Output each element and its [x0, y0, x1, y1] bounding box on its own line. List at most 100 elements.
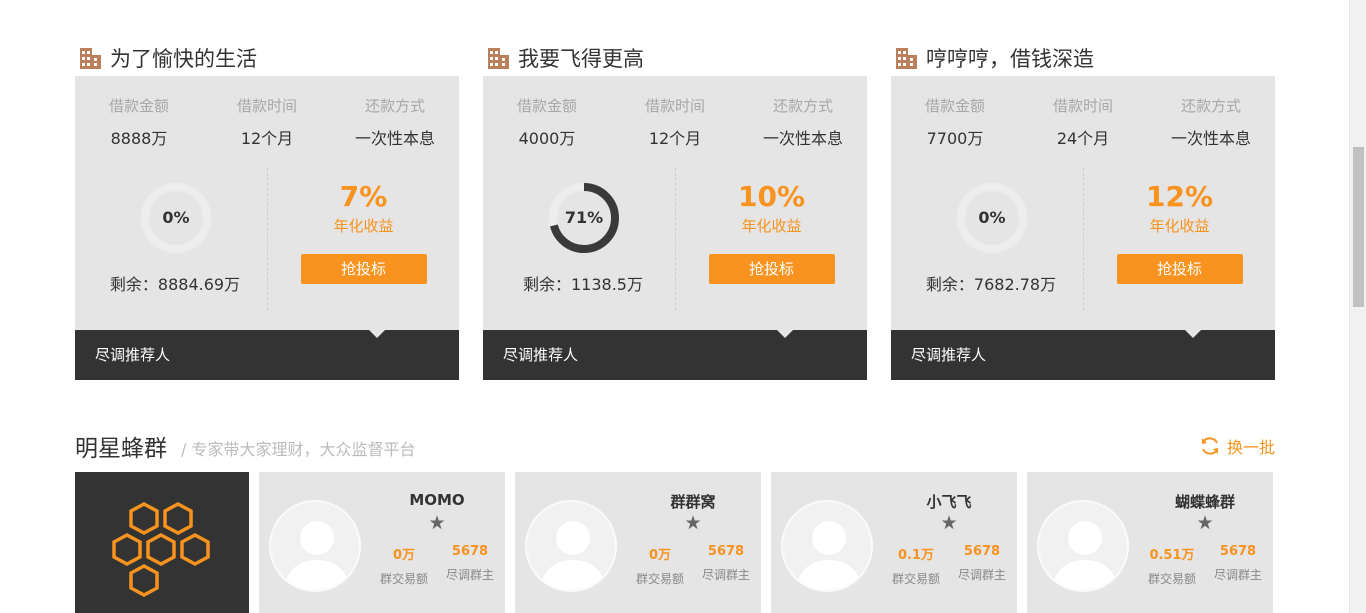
loan-info-row: 借款金额 4000万 借款时间 12个月 还款方式 一次性本息	[483, 76, 867, 149]
scrollbar-thumb[interactable]	[1353, 147, 1364, 307]
progress-percent: 0%	[162, 208, 190, 227]
avatar	[1037, 500, 1129, 592]
product-title-row: 我要飞得更高	[483, 40, 867, 76]
repay-cell: 还款方式 一次性本息	[331, 95, 459, 149]
swarm-name[interactable]: 蝴蝶蜂群	[1139, 491, 1271, 512]
user-silhouette-icon	[283, 521, 351, 590]
amount-cell: 借款金额 8888万	[75, 95, 203, 149]
owner-label: 尽调群主	[445, 568, 494, 582]
rate-area: 10% 年化收益 抢投标	[675, 168, 867, 310]
term-label: 借款时间	[644, 97, 705, 115]
amount-value: 7700万	[926, 129, 984, 148]
avatar	[525, 500, 617, 592]
bid-button[interactable]: 抢投标	[708, 254, 835, 284]
amount-label: 借款金额	[924, 97, 985, 115]
amount-label: 借款金额	[108, 97, 169, 115]
product-title[interactable]: 我要飞得更高	[518, 43, 644, 73]
bid-button[interactable]: 抢投标	[300, 254, 427, 284]
swarm-stats: 0.1万 群交易额 5678 尽调群主	[883, 544, 1015, 587]
owner-value: 5678	[963, 544, 1001, 559]
owner-label: 尽调群主	[701, 568, 750, 582]
loan-info-row: 借款金额 7700万 借款时间 24个月 还款方式 一次性本息	[891, 76, 1275, 149]
recommender-bar[interactable]: 尽调推荐人	[891, 330, 1275, 380]
progress-area: 0% 剩余：7682.78万 12% 年化收益 抢投标	[891, 168, 1275, 310]
repay-cell: 还款方式 一次性本息	[1147, 95, 1275, 149]
user-silhouette-icon	[1051, 521, 1119, 590]
page: 为了愉快的生活 借款金额 8888万 借款时间 12个月 还款方式 一次性本息	[0, 0, 1366, 613]
building-icon	[80, 47, 101, 69]
annual-rate: 7%	[339, 180, 388, 213]
swarm-stats: 0万 群交易额 5678 尽调群主	[371, 544, 503, 587]
swarm-logo-tile	[75, 472, 249, 613]
product-card: 借款金额 4000万 借款时间 12个月 还款方式 一次性本息 71% 剩余：1…	[483, 76, 867, 380]
annual-rate-label: 年化收益	[1149, 217, 1210, 235]
owner-stat: 5678 尽调群主	[1205, 544, 1271, 587]
swarm-stats: 0万 群交易额 5678 尽调群主	[627, 544, 759, 587]
remaining-amount: 剩余：1138.5万	[523, 275, 643, 294]
owner-stat: 5678 尽调群主	[949, 544, 1015, 587]
amount-cell: 借款金额 4000万	[483, 95, 611, 149]
product-title-row: 哼哼哼，借钱深造	[891, 40, 1275, 76]
refresh-icon	[1201, 437, 1218, 455]
progress-area: 71% 剩余：1138.5万 10% 年化收益 抢投标	[483, 168, 867, 310]
product-title[interactable]: 为了愉快的生活	[110, 43, 257, 73]
annual-rate-label: 年化收益	[741, 217, 802, 235]
repay-label: 还款方式	[772, 97, 833, 115]
amount-cell: 借款金额 7700万	[891, 95, 1019, 149]
owner-label: 尽调群主	[1213, 568, 1262, 582]
term-label: 借款时间	[236, 97, 297, 115]
refresh-batch-button[interactable]: 换一批	[1199, 434, 1275, 458]
swarm-card[interactable]: MOMO ★ 0万 群交易额 5678 尽调群主	[259, 472, 505, 613]
user-silhouette-icon	[795, 521, 863, 590]
remaining-amount: 剩余：7682.78万	[925, 275, 1057, 294]
avatar	[269, 500, 361, 592]
star-icon: ★	[428, 512, 446, 534]
volume-stat: 0万 群交易额	[627, 544, 693, 587]
swarm-card[interactable]: 群群窝 ★ 0万 群交易额 5678 尽调群主	[515, 472, 761, 613]
owner-stat: 5678 尽调群主	[693, 544, 759, 587]
term-value: 12个月	[648, 129, 702, 148]
repay-label: 还款方式	[1180, 97, 1241, 115]
swarm-card[interactable]: 蝴蝶蜂群 ★ 0.51万 群交易额 5678 尽调群主	[1027, 472, 1273, 613]
repay-label: 还款方式	[364, 97, 425, 115]
swarm-name[interactable]: 群群窝	[627, 491, 759, 512]
progress-left: 0% 剩余：7682.78万	[891, 168, 1083, 310]
recommender-bar[interactable]: 尽调推荐人	[75, 330, 459, 380]
swarm-name[interactable]: 小飞飞	[883, 491, 1015, 512]
product-title[interactable]: 哼哼哼，借钱深造	[926, 43, 1094, 73]
volume-label: 群交易额	[891, 572, 940, 586]
swarm-name[interactable]: MOMO	[371, 491, 503, 509]
volume-stat: 0万 群交易额	[371, 544, 437, 587]
refresh-label: 换一批	[1226, 438, 1275, 457]
volume-label: 群交易额	[379, 572, 428, 586]
building-icon	[488, 47, 509, 69]
amount-value: 4000万	[518, 129, 576, 148]
amount-label: 借款金额	[516, 97, 577, 115]
rate-area: 12% 年化收益 抢投标	[1083, 168, 1275, 310]
page-scrollbar[interactable]	[1349, 0, 1366, 613]
swarm-card[interactable]: 小飞飞 ★ 0.1万 群交易额 5678 尽调群主	[771, 472, 1017, 613]
remaining-amount: 剩余：8884.69万	[109, 275, 241, 294]
repay-value: 一次性本息	[354, 129, 435, 148]
honeycomb-icon	[112, 502, 210, 597]
building-icon	[896, 47, 917, 69]
product-column: 我要飞得更高 借款金额 4000万 借款时间 12个月 还款方式 一次性本息 7…	[483, 40, 867, 380]
star-icon: ★	[940, 512, 958, 534]
repay-cell: 还款方式 一次性本息	[739, 95, 867, 149]
term-cell: 借款时间 24个月	[1019, 95, 1147, 149]
star-icon: ★	[1196, 512, 1214, 534]
product-card: 借款金额 8888万 借款时间 12个月 还款方式 一次性本息 0% 剩余：88…	[75, 76, 459, 380]
volume-stat: 0.1万 群交易额	[883, 544, 949, 587]
section-title: 明星蜂群	[75, 436, 167, 462]
star-swarm-header: 明星蜂群 / 专家带大家理财，大众监督平台 换一批	[75, 428, 1275, 464]
product-card: 借款金额 7700万 借款时间 24个月 还款方式 一次性本息 0% 剩余：76…	[891, 76, 1275, 380]
amount-value: 8888万	[110, 129, 168, 148]
star-icon: ★	[684, 512, 702, 534]
owner-value: 5678	[451, 544, 489, 559]
term-cell: 借款时间 12个月	[203, 95, 331, 149]
bid-button[interactable]: 抢投标	[1116, 254, 1243, 284]
volume-value: 0万	[648, 548, 672, 563]
recommender-bar[interactable]: 尽调推荐人	[483, 330, 867, 380]
section-subtitle: / 专家带大家理财，大众监督平台	[181, 439, 416, 459]
owner-stat: 5678 尽调群主	[437, 544, 503, 587]
